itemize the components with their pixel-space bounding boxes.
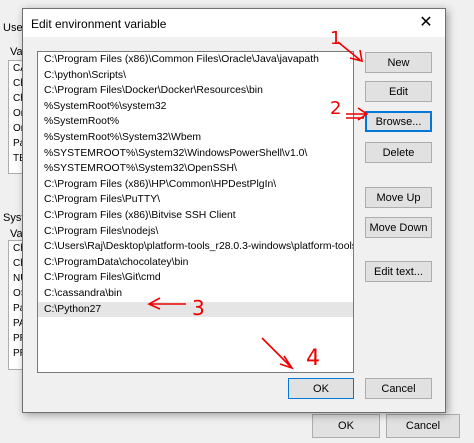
- list-item[interactable]: %SystemRoot%: [38, 114, 353, 130]
- list-item[interactable]: %SYSTEMROOT%\System32\WindowsPowerShell\…: [38, 146, 353, 162]
- annotation-label-2: 2: [330, 98, 342, 119]
- ok-button[interactable]: OK: [288, 378, 354, 399]
- path-list[interactable]: C:\Program Files (x86)\Common Files\Orac…: [37, 51, 354, 373]
- browse-button[interactable]: Browse...: [365, 111, 432, 132]
- list-item[interactable]: C:\ProgramData\chocolatey\bin: [38, 255, 353, 271]
- list-item[interactable]: C:\python\Scripts\: [38, 68, 353, 84]
- annotation-label-1: 1: [330, 28, 342, 49]
- list-item[interactable]: C:\Users\Raj\Desktop\platform-tools_r28.…: [38, 239, 353, 255]
- user-variable-column-label: Va: [10, 46, 23, 58]
- list-item[interactable]: C:\Program Files (x86)\Common Files\Orac…: [38, 52, 353, 68]
- list-item[interactable]: C:\Program Files\nodejs\: [38, 224, 353, 240]
- parent-cancel-button[interactable]: Cancel: [386, 414, 460, 438]
- cancel-button[interactable]: Cancel: [365, 378, 432, 399]
- move-up-button[interactable]: Move Up: [365, 187, 432, 208]
- annotation-label-3: 3: [192, 296, 205, 320]
- system-variable-column-label: Va: [10, 228, 23, 240]
- edit-text-button[interactable]: Edit text...: [365, 261, 432, 282]
- close-icon[interactable]: ✕: [413, 11, 439, 35]
- parent-ok-button[interactable]: OK: [312, 414, 380, 438]
- list-item[interactable]: C:\Program Files (x86)\HP\Common\HPDestP…: [38, 177, 353, 193]
- list-item[interactable]: C:\Program Files (x86)\Bitvise SSH Clien…: [38, 208, 353, 224]
- edit-environment-variable-dialog: Edit environment variable ✕ C:\Program F…: [22, 8, 446, 413]
- list-item[interactable]: %SystemRoot%\System32\Wbem: [38, 130, 353, 146]
- edit-button[interactable]: Edit: [365, 81, 432, 102]
- list-item[interactable]: C:\Program Files\Docker\Docker\Resources…: [38, 83, 353, 99]
- delete-button[interactable]: Delete: [365, 142, 432, 163]
- list-item[interactable]: C:\Program Files\PuTTY\: [38, 192, 353, 208]
- titlebar: Edit environment variable ✕: [23, 9, 445, 37]
- list-item[interactable]: %SYSTEMROOT%\System32\OpenSSH\: [38, 161, 353, 177]
- list-item[interactable]: %SystemRoot%\system32: [38, 99, 353, 115]
- new-button[interactable]: New: [365, 52, 432, 73]
- user-variables-label: Use: [3, 22, 23, 34]
- list-item[interactable]: C:\Program Files\Git\cmd: [38, 270, 353, 286]
- move-down-button[interactable]: Move Down: [365, 217, 432, 238]
- dialog-title: Edit environment variable: [31, 17, 167, 31]
- annotation-label-4: 4: [306, 346, 320, 371]
